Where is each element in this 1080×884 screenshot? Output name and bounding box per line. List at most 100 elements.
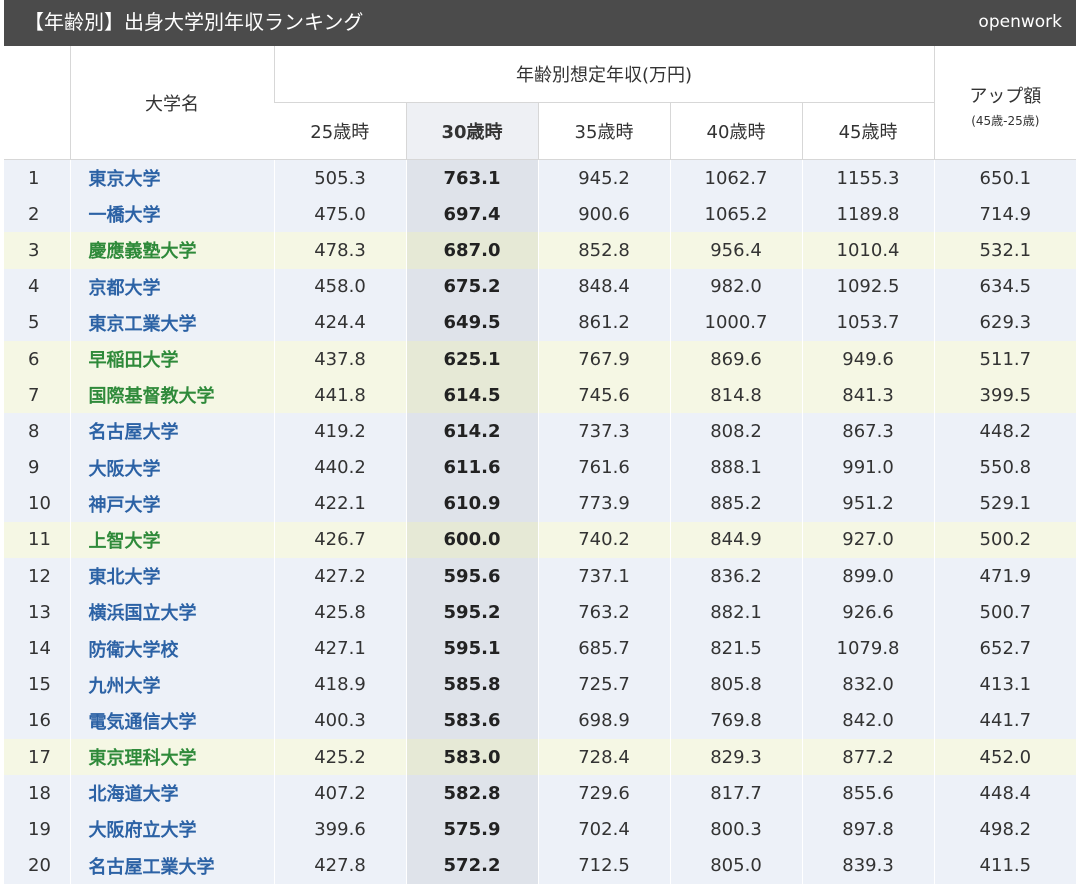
table-row: 11 上智大学 426.7 600.0 740.2 844.9 927.0 500.2	[4, 521, 1077, 559]
salary-30: 610.9	[405, 485, 538, 522]
salary-45: 926.6	[801, 594, 935, 631]
table-body: 1 東京大学 505.3 763.1 945.2 1062.7 1155.3 650.1 2 一橋…	[4, 159, 1077, 884]
salary-25: 458.0	[273, 268, 406, 305]
salary-35: 900.6	[537, 196, 670, 233]
increase-amount: 411.5	[933, 847, 1077, 884]
salary-40: 817.7	[669, 775, 802, 812]
university-name: 早稲田大学	[69, 340, 274, 378]
salary-40: 1000.7	[669, 304, 802, 341]
increase-amount: 714.9	[933, 196, 1077, 233]
university-name: 慶應義塾大学	[69, 232, 274, 269]
salary-25: 437.8	[273, 340, 406, 378]
header-age-45: 45歳時	[801, 102, 935, 160]
salary-35: 728.4	[537, 739, 670, 776]
salary-35: 852.8	[537, 232, 670, 269]
salary-45: 1155.3	[801, 159, 935, 197]
salary-30: 614.5	[405, 377, 538, 414]
salary-45: 832.0	[801, 666, 935, 703]
salary-45: 991.0	[801, 449, 935, 486]
salary-35: 712.5	[537, 847, 670, 884]
salary-40: 808.2	[669, 413, 802, 450]
header-increase: アップ額 (45歳-25歳)	[933, 46, 1077, 160]
ranking-figure: 【年齢別】出身大学別年収ランキング openwork 大学名 年齢別想定年収(万…	[0, 0, 1080, 884]
header-age-40: 40歳時	[669, 102, 802, 160]
salary-40: 869.6	[669, 340, 802, 378]
rank-cell: 16	[4, 702, 70, 739]
salary-35: 702.4	[537, 811, 670, 848]
salary-25: 400.3	[273, 702, 406, 739]
salary-30: 583.6	[405, 702, 538, 739]
university-name: 大阪大学	[69, 449, 274, 486]
salary-25: 419.2	[273, 413, 406, 450]
rank-cell: 18	[4, 775, 70, 812]
rank-cell: 2	[4, 196, 70, 233]
salary-30: 625.1	[405, 340, 538, 378]
salary-40: 882.1	[669, 594, 802, 631]
rank-cell: 20	[4, 847, 70, 884]
rank-cell: 6	[4, 340, 70, 378]
salary-25: 427.8	[273, 847, 406, 884]
increase-amount: 500.7	[933, 594, 1077, 631]
salary-ranking-table: 大学名 年齢別想定年収(万円) アップ額 (45歳-25歳) 25歳時 30歳時…	[4, 46, 1077, 884]
rank-cell: 3	[4, 232, 70, 269]
salary-35: 761.6	[537, 449, 670, 486]
table-row: 4 京都大学 458.0 675.2 848.4 982.0 1092.5 634.5	[4, 268, 1077, 305]
increase-amount: 448.4	[933, 775, 1077, 812]
table-row: 10 神戸大学 422.1 610.9 773.9 885.2 951.2 529.1	[4, 485, 1077, 522]
increase-amount: 652.7	[933, 630, 1077, 667]
salary-35: 848.4	[537, 268, 670, 305]
salary-35: 763.2	[537, 594, 670, 631]
salary-30: 600.0	[405, 521, 538, 559]
salary-25: 475.0	[273, 196, 406, 233]
salary-30: 583.0	[405, 739, 538, 776]
salary-40: 836.2	[669, 558, 802, 595]
salary-40: 821.5	[669, 630, 802, 667]
salary-45: 949.6	[801, 340, 935, 378]
table-row: 5 東京工業大学 424.4 649.5 861.2 1000.7 1053.7 629.3	[4, 304, 1077, 341]
salary-25: 426.7	[273, 521, 406, 559]
salary-35: 773.9	[537, 485, 670, 522]
increase-amount: 441.7	[933, 702, 1077, 739]
table-row: 17 東京理科大学 425.2 583.0 728.4 829.3 877.2 452.0	[4, 739, 1077, 776]
rank-cell: 15	[4, 666, 70, 703]
salary-25: 399.6	[273, 811, 406, 848]
salary-25: 427.1	[273, 630, 406, 667]
salary-35: 740.2	[537, 521, 670, 559]
header-age-25: 25歳時	[274, 102, 406, 160]
salary-25: 440.2	[273, 449, 406, 486]
salary-30: 611.6	[405, 449, 538, 486]
salary-30: 763.1	[405, 159, 538, 197]
university-name: 名古屋工業大学	[69, 847, 274, 884]
salary-40: 982.0	[669, 268, 802, 305]
salary-45: 841.3	[801, 377, 935, 414]
rank-cell: 5	[4, 304, 70, 341]
salary-40: 888.1	[669, 449, 802, 486]
salary-30: 595.2	[405, 594, 538, 631]
salary-45: 1010.4	[801, 232, 935, 269]
salary-45: 897.8	[801, 811, 935, 848]
rank-cell: 13	[4, 594, 70, 631]
university-name: 横浜国立大学	[69, 594, 274, 631]
salary-30: 675.2	[405, 268, 538, 305]
table-row: 2 一橋大学 475.0 697.4 900.6 1065.2 1189.8 714.9	[4, 196, 1077, 233]
header-rank	[4, 46, 70, 160]
increase-amount: 532.1	[933, 232, 1077, 269]
salary-30: 575.9	[405, 811, 538, 848]
salary-35: 745.6	[537, 377, 670, 414]
university-name: 名古屋大学	[69, 413, 274, 450]
salary-45: 877.2	[801, 739, 935, 776]
salary-35: 767.9	[537, 340, 670, 378]
rank-cell: 11	[4, 521, 70, 559]
rank-cell: 10	[4, 485, 70, 522]
salary-40: 956.4	[669, 232, 802, 269]
table-row: 9 大阪大学 440.2 611.6 761.6 888.1 991.0 550.8	[4, 449, 1077, 486]
salary-30: 595.6	[405, 558, 538, 595]
rank-cell: 9	[4, 449, 70, 486]
salary-30: 649.5	[405, 304, 538, 341]
salary-35: 698.9	[537, 702, 670, 739]
salary-25: 418.9	[273, 666, 406, 703]
salary-25: 425.2	[273, 739, 406, 776]
header-increase-label: アップ額	[969, 86, 1042, 107]
university-name: 大阪府立大学	[69, 811, 274, 848]
rank-cell: 1	[4, 159, 70, 197]
